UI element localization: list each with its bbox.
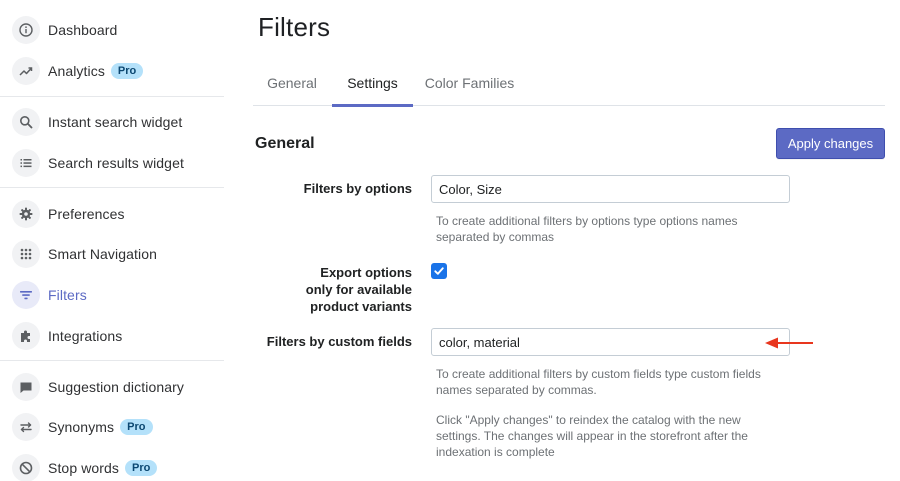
block-icon: [12, 454, 40, 481]
sidebar-item-stop-words[interactable]: Stop words Pro: [12, 453, 158, 481]
pro-badge: Pro: [120, 419, 153, 435]
tab-settings[interactable]: Settings: [332, 60, 413, 107]
gear-icon: [12, 200, 40, 228]
filters-by-options-help: To create additional filters by options …: [436, 214, 738, 244]
sidebar-item-label: Analytics: [48, 63, 105, 79]
list-icon: [12, 149, 40, 177]
sidebar-item-label: Preferences: [48, 206, 125, 222]
tab-color-families[interactable]: Color Families: [413, 60, 526, 106]
sidebar-item-suggestion-dictionary[interactable]: Suggestion dictionary: [12, 372, 184, 402]
swap-arrows-icon: [12, 413, 40, 441]
sidebar-item-preferences[interactable]: Preferences: [12, 199, 125, 229]
export-options-label: Export options only for available produc…: [306, 264, 412, 315]
sidebar-item-search-results-widget[interactable]: Search results widget: [12, 148, 184, 178]
tab-label: Settings: [347, 75, 398, 91]
annotation-arrow-icon: [765, 337, 813, 349]
pro-badge: Pro: [110, 63, 144, 79]
filters-by-options-input[interactable]: [431, 175, 790, 203]
sidebar-item-label: Stop words: [48, 460, 120, 476]
checkmark-icon: [434, 267, 444, 275]
sidebar-divider: [0, 187, 224, 188]
sidebar-divider: [0, 360, 224, 361]
sidebar-item-dashboard[interactable]: Dashboard: [12, 15, 117, 45]
sidebar-item-label: Instant search widget: [48, 114, 183, 130]
filter-icon: [12, 281, 40, 309]
filters-by-options-label: Filters by options: [303, 181, 412, 196]
sidebar-item-label: Smart Navigation: [48, 246, 157, 262]
sidebar-item-label: Synonyms: [48, 419, 115, 435]
trending-up-icon: [12, 57, 40, 85]
filters-by-custom-fields-label: Filters by custom fields: [266, 334, 412, 349]
sidebar-item-label: Filters: [48, 287, 87, 303]
tab-label: General: [267, 75, 317, 91]
section-title: General: [255, 135, 315, 152]
sidebar-divider: [0, 96, 224, 97]
info-icon: [12, 16, 40, 44]
sidebar-item-label: Search results widget: [48, 155, 184, 171]
sidebar-item-instant-search-widget[interactable]: Instant search widget: [12, 107, 182, 137]
sidebar-item-synonyms[interactable]: Synonyms Pro: [12, 412, 153, 442]
filters-by-custom-fields-help: To create additional filters by custom f…: [436, 367, 761, 397]
filters-by-custom-fields-input[interactable]: [431, 328, 790, 356]
pro-badge: Pro: [125, 460, 158, 476]
export-options-label-line: Export options: [320, 265, 412, 280]
export-options-label-line: product variants: [310, 299, 412, 314]
puzzle-icon: [12, 322, 40, 350]
sidebar-item-smart-navigation[interactable]: Smart Navigation: [12, 239, 157, 269]
apply-changes-button[interactable]: Apply changes: [776, 128, 885, 159]
sidebar-item-label: Dashboard: [48, 22, 118, 38]
sidebar-item-label: Integrations: [48, 328, 123, 344]
tab-label: Color Families: [424, 75, 515, 91]
sidebar: Dashboard Analytics Pro Instant search w…: [0, 0, 224, 481]
export-options-checkbox[interactable]: [431, 263, 447, 279]
tab-general[interactable]: General: [253, 60, 331, 106]
grid-icon: [12, 240, 40, 268]
page-title: Filters: [258, 12, 331, 42]
active-tab-indicator: [332, 104, 413, 107]
tab-bar: General Settings Color Families: [253, 60, 885, 107]
search-icon: [12, 108, 40, 136]
chat-bubble-icon: [12, 373, 40, 401]
sidebar-item-filters[interactable]: Filters: [12, 280, 87, 310]
apply-changes-note: Click "Apply changes" to reindex the cat…: [436, 413, 748, 459]
sidebar-item-integrations[interactable]: Integrations: [12, 321, 122, 351]
export-options-label-line: only for available: [305, 282, 412, 297]
sidebar-item-label: Suggestion dictionary: [48, 379, 184, 395]
sidebar-item-analytics[interactable]: Analytics Pro: [12, 56, 144, 86]
